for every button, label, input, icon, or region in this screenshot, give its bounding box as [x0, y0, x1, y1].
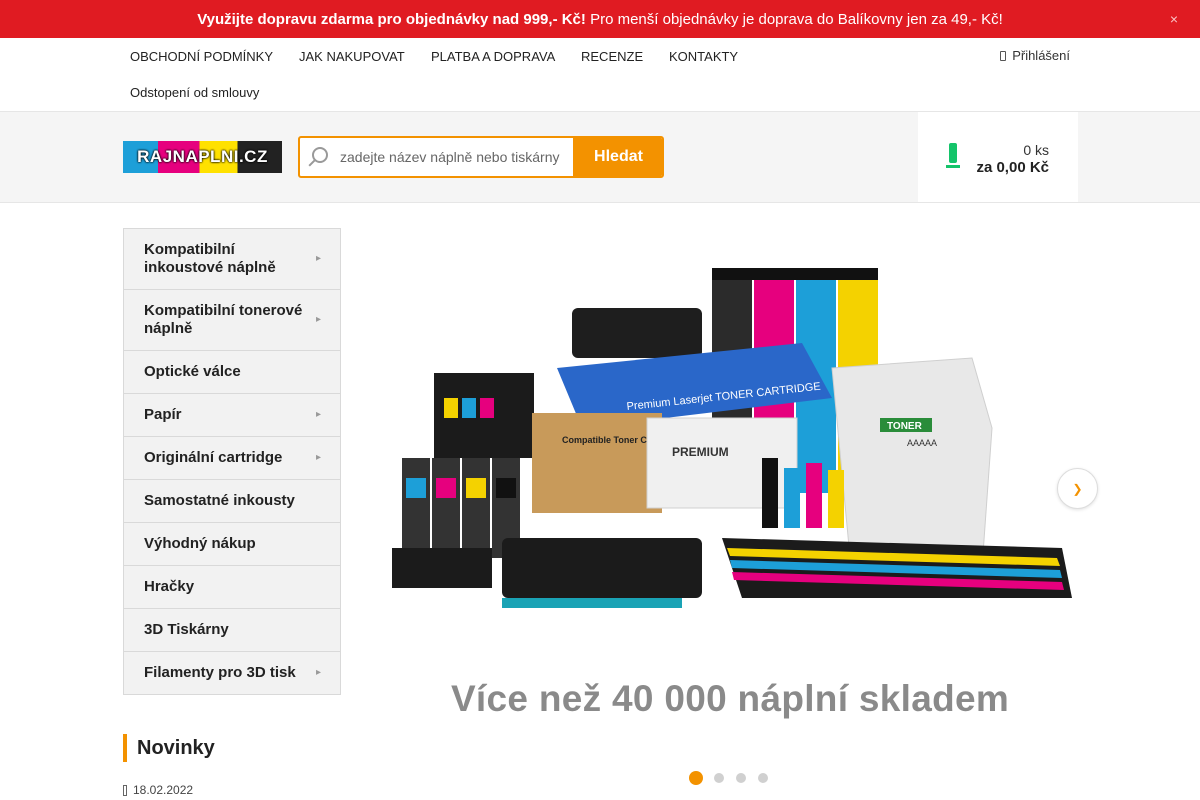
news-date: 18.02.2022 — [123, 783, 193, 797]
ink-label-yellow — [466, 478, 486, 498]
drum-unit — [502, 538, 702, 598]
cart-quantity: 0 ks — [1023, 142, 1049, 158]
sidebar-item-paper[interactable]: Papír ▸ — [124, 394, 340, 437]
hero-banner: Premium Laserjet TONER CARTRIDGE TONER A… — [382, 228, 1098, 748]
refill-bottle-cyan — [784, 468, 800, 528]
news-date-text: 18.02.2022 — [133, 783, 194, 797]
banner-caption: Více než 40 000 náplní skladem — [450, 678, 1010, 719]
login-label: Přihlášení — [1012, 48, 1070, 63]
chevron-right-icon: ▸ — [316, 667, 322, 678]
nav-link-contacts[interactable]: KONTAKTY — [669, 49, 738, 64]
news-heading: Novinky — [123, 734, 215, 762]
premium-box-label: PREMIUM — [672, 445, 729, 459]
sidebar-item-bargain[interactable]: Výhodný nákup — [124, 523, 340, 566]
logo-text: RAJNAPLNI.CZ — [137, 147, 268, 166]
nav-link-payment-shipping[interactable]: PLATBA A DOPRAVA — [431, 49, 555, 64]
promo-bold-text: Využijte dopravu zdarma pro objednávky n… — [197, 10, 586, 28]
nav-link-how-to-buy[interactable]: JAK NAKUPOVAT — [299, 49, 405, 64]
sidebar-item-original-cartridges[interactable]: Originální cartridge ▸ — [124, 437, 340, 480]
sidebar-item-toner-refills[interactable]: Kompatibilní tonerové náplně ▸ — [124, 290, 340, 351]
ink-bottle-1 — [402, 458, 430, 558]
ink-chip-yellow — [444, 398, 458, 418]
promo-bar: Využijte dopravu zdarma pro objednávky n… — [0, 0, 1200, 38]
sidebar-item-filaments[interactable]: Filamenty pro 3D tisk ▸ — [124, 652, 340, 694]
category-sidebar: Kompatibilní inkoustové náplně ▸ Kompati… — [123, 228, 341, 695]
top-navigation: OBCHODNÍ PODMÍNKY JAK NAKUPOVAT PLATBA A… — [0, 38, 1200, 112]
banner-product-image: Premium Laserjet TONER CARTRIDGE TONER A… — [392, 268, 1072, 608]
close-icon[interactable]: × — [1170, 11, 1178, 27]
cartridge-front-left — [392, 548, 492, 588]
chevron-right-icon: ▸ — [316, 452, 322, 463]
sidebar-item-label: Filamenty pro 3D tisk — [144, 664, 296, 681]
site-logo[interactable]: RAJNAPLNI.CZ — [123, 141, 282, 173]
sidebar-item-label: Hračky — [144, 578, 195, 595]
ink-bottle-3 — [462, 458, 490, 558]
sidebar-item-label: Kompatibilní tonerové náplně — [144, 302, 303, 337]
cart-widget[interactable]: 0 ks za 0,00 Kč — [918, 112, 1078, 202]
search-icon — [312, 147, 328, 163]
sidebar-item-label: Originální cartridge — [144, 449, 283, 466]
search-input[interactable] — [340, 138, 576, 176]
slider-dot-4[interactable] — [758, 773, 768, 783]
search-button[interactable]: Hledat — [573, 138, 662, 176]
ink-label-black — [496, 478, 516, 498]
bottle-caps — [712, 268, 878, 280]
ink-chip-magenta — [480, 398, 494, 418]
refill-bottle-black — [762, 458, 778, 528]
ink-bottle-2 — [432, 458, 460, 558]
search-box: Hledat — [298, 136, 664, 178]
drum-cylinder — [502, 598, 682, 608]
chevron-right-icon: ▸ — [316, 314, 322, 325]
chevron-right-icon: ❯ — [1072, 481, 1083, 496]
sidebar-item-label: Samostatné inkousty — [144, 492, 295, 509]
slider-next-button[interactable]: ❯ — [1057, 468, 1098, 509]
calendar-icon — [123, 784, 127, 796]
chevron-right-icon: ▸ — [316, 253, 322, 264]
slider-dot-3[interactable] — [736, 773, 746, 783]
toner-bag-brand: TONER — [887, 421, 923, 432]
ink-label-magenta — [436, 478, 456, 498]
ink-label-cyan — [406, 478, 426, 498]
sidebar-item-separate-inks[interactable]: Samostatné inkousty — [124, 480, 340, 523]
slider-dots — [689, 771, 769, 785]
toner-bag-code: AAAAA — [907, 438, 937, 448]
login-link[interactable]: Přihlášení — [1000, 48, 1070, 63]
promo-text: Pro menší objednávky je doprava do Balík… — [585, 10, 1003, 28]
sidebar-item-label: Kompatibilní inkoustové náplně — [144, 241, 276, 276]
nav-link-terms[interactable]: OBCHODNÍ PODMÍNKY — [130, 49, 273, 64]
user-icon — [1000, 50, 1007, 61]
compatible-toner-box — [532, 413, 662, 513]
ink-chip-cyan — [462, 398, 476, 418]
refill-bottle-magenta — [806, 463, 822, 528]
nav-link-withdrawal[interactable]: Odstopení od smlouvy — [130, 85, 259, 100]
sidebar-item-label: Papír — [144, 406, 182, 423]
sidebar-item-label: Výhodný nákup — [144, 535, 256, 552]
toner-cartridge-top — [572, 308, 702, 358]
sidebar-item-3d-printers[interactable]: 3D Tiskárny — [124, 609, 340, 652]
header: RAJNAPLNI.CZ Hledat 0 ks za 0,00 Kč — [0, 112, 1200, 203]
sidebar-item-label: Optické válce — [144, 363, 241, 380]
sidebar-item-drums[interactable]: Optické válce — [124, 351, 340, 394]
sidebar-item-label: 3D Tiskárny — [144, 621, 229, 638]
refill-bottle-yellow — [828, 470, 844, 528]
nav-link-reviews[interactable]: RECENZE — [581, 49, 643, 64]
slider-dot-2[interactable] — [714, 773, 724, 783]
cart-total: za 0,00 Kč — [976, 159, 1049, 176]
chevron-right-icon: ▸ — [316, 409, 322, 420]
cart-icon — [946, 143, 960, 169]
slider-dot-1[interactable] — [689, 771, 703, 785]
sidebar-item-ink-refills[interactable]: Kompatibilní inkoustové náplně ▸ — [124, 229, 340, 290]
sidebar-item-toys[interactable]: Hračky — [124, 566, 340, 609]
